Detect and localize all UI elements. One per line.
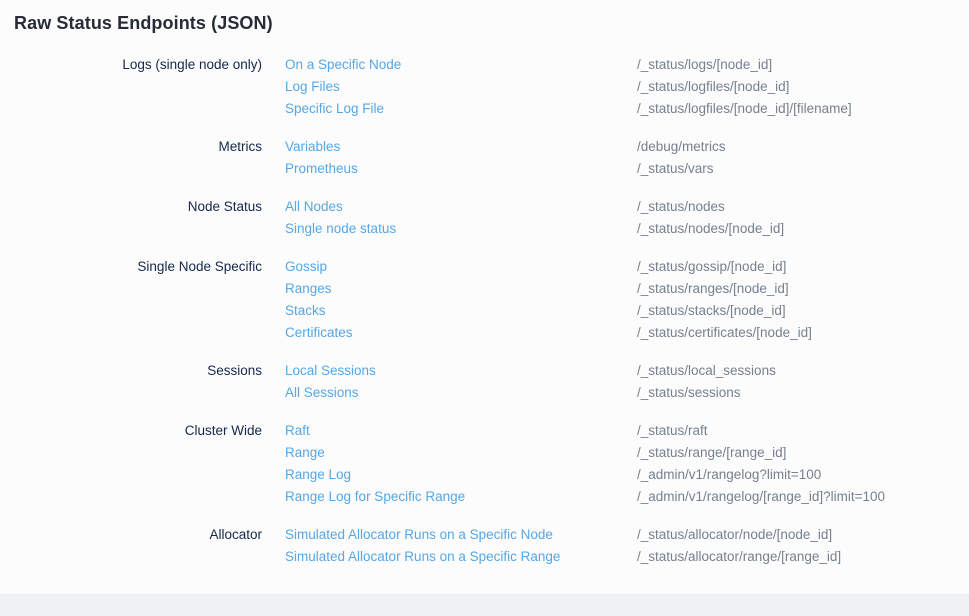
endpoint-section: Single Node Specific Gossip /_status/gos… — [0, 256, 969, 344]
endpoint-link[interactable]: Variables — [285, 136, 637, 158]
footer-strip — [0, 594, 969, 616]
endpoint-link[interactable]: All Sessions — [285, 382, 637, 404]
endpoint-rows: On a Specific Node /_status/logs/[node_i… — [285, 54, 969, 120]
endpoint-row: Range /_status/range/[range_id] — [285, 442, 969, 464]
endpoint-url: /_status/gossip/[node_id] — [637, 256, 969, 278]
endpoint-section: Allocator Simulated Allocator Runs on a … — [0, 524, 969, 568]
endpoint-rows: Raft /_status/raft Range /_status/range/… — [285, 420, 969, 508]
page-title: Raw Status Endpoints (JSON) — [14, 13, 969, 34]
endpoint-link[interactable]: Log Files — [285, 76, 637, 98]
endpoint-row: Simulated Allocator Runs on a Specific N… — [285, 524, 969, 546]
endpoint-url: /_status/logfiles/[node_id] — [637, 76, 969, 98]
endpoint-row: Ranges /_status/ranges/[node_id] — [285, 278, 969, 300]
endpoint-row: Single node status /_status/nodes/[node_… — [285, 218, 969, 240]
endpoint-rows: Variables /debug/metrics Prometheus /_st… — [285, 136, 969, 180]
endpoint-row: On a Specific Node /_status/logs/[node_i… — [285, 54, 969, 76]
category-label: Cluster Wide — [0, 420, 285, 508]
endpoint-link[interactable]: Raft — [285, 420, 637, 442]
endpoint-link[interactable]: Simulated Allocator Runs on a Specific N… — [285, 524, 637, 546]
endpoint-url: /_status/range/[range_id] — [637, 442, 969, 464]
category-label: Single Node Specific — [0, 256, 285, 344]
endpoint-section: Logs (single node only) On a Specific No… — [0, 54, 969, 120]
endpoint-link[interactable]: Range Log — [285, 464, 637, 486]
endpoint-row: Certificates /_status/certificates/[node… — [285, 322, 969, 344]
endpoint-link[interactable]: Range Log for Specific Range — [285, 486, 637, 508]
endpoints-table: Logs (single node only) On a Specific No… — [0, 54, 969, 568]
endpoint-link[interactable]: Specific Log File — [285, 98, 637, 120]
endpoint-section: Node Status All Nodes /_status/nodes Sin… — [0, 196, 969, 240]
endpoint-link[interactable]: Range — [285, 442, 637, 464]
endpoint-row: Prometheus /_status/vars — [285, 158, 969, 180]
endpoint-url: /_status/allocator/range/[range_id] — [637, 546, 969, 568]
endpoint-row: Specific Log File /_status/logfiles/[nod… — [285, 98, 969, 120]
endpoint-url: /_status/sessions — [637, 382, 969, 404]
endpoint-link[interactable]: Stacks — [285, 300, 637, 322]
endpoint-rows: Local Sessions /_status/local_sessions A… — [285, 360, 969, 404]
endpoint-url: /_status/nodes — [637, 196, 969, 218]
endpoint-row: Gossip /_status/gossip/[node_id] — [285, 256, 969, 278]
endpoint-link[interactable]: Simulated Allocator Runs on a Specific R… — [285, 546, 637, 568]
endpoint-url: /_status/stacks/[node_id] — [637, 300, 969, 322]
endpoint-row: Simulated Allocator Runs on a Specific R… — [285, 546, 969, 568]
endpoint-link[interactable]: Gossip — [285, 256, 637, 278]
endpoint-url: /_admin/v1/rangelog?limit=100 — [637, 464, 969, 486]
endpoint-url: /debug/metrics — [637, 136, 969, 158]
category-label: Node Status — [0, 196, 285, 240]
endpoint-url: /_status/vars — [637, 158, 969, 180]
endpoint-row: Range Log /_admin/v1/rangelog?limit=100 — [285, 464, 969, 486]
endpoint-section: Metrics Variables /debug/metrics Prometh… — [0, 136, 969, 180]
endpoint-link[interactable]: Single node status — [285, 218, 637, 240]
endpoint-row: Local Sessions /_status/local_sessions — [285, 360, 969, 382]
endpoint-url: /_status/logs/[node_id] — [637, 54, 969, 76]
endpoint-link[interactable]: Certificates — [285, 322, 637, 344]
endpoint-row: Log Files /_status/logfiles/[node_id] — [285, 76, 969, 98]
endpoint-link[interactable]: Ranges — [285, 278, 637, 300]
endpoint-link[interactable]: Prometheus — [285, 158, 637, 180]
endpoint-link[interactable]: On a Specific Node — [285, 54, 637, 76]
endpoint-rows: Simulated Allocator Runs on a Specific N… — [285, 524, 969, 568]
category-label: Metrics — [0, 136, 285, 180]
endpoint-section: Sessions Local Sessions /_status/local_s… — [0, 360, 969, 404]
endpoint-row: All Sessions /_status/sessions — [285, 382, 969, 404]
endpoint-url: /_status/local_sessions — [637, 360, 969, 382]
endpoint-url: /_status/certificates/[node_id] — [637, 322, 969, 344]
category-label: Logs (single node only) — [0, 54, 285, 120]
endpoint-rows: All Nodes /_status/nodes Single node sta… — [285, 196, 969, 240]
endpoint-url: /_status/logfiles/[node_id]/[filename] — [637, 98, 969, 120]
endpoint-row: Variables /debug/metrics — [285, 136, 969, 158]
endpoint-row: All Nodes /_status/nodes — [285, 196, 969, 218]
endpoint-url: /_status/allocator/node/[node_id] — [637, 524, 969, 546]
endpoint-url: /_status/raft — [637, 420, 969, 442]
category-label: Allocator — [0, 524, 285, 568]
endpoint-url: /_status/nodes/[node_id] — [637, 218, 969, 240]
endpoint-link[interactable]: All Nodes — [285, 196, 637, 218]
endpoint-row: Stacks /_status/stacks/[node_id] — [285, 300, 969, 322]
endpoint-rows: Gossip /_status/gossip/[node_id] Ranges … — [285, 256, 969, 344]
endpoint-link[interactable]: Local Sessions — [285, 360, 637, 382]
category-label: Sessions — [0, 360, 285, 404]
endpoint-row: Raft /_status/raft — [285, 420, 969, 442]
endpoint-row: Range Log for Specific Range /_admin/v1/… — [285, 486, 969, 508]
endpoint-url: /_status/ranges/[node_id] — [637, 278, 969, 300]
endpoint-url: /_admin/v1/rangelog/[range_id]?limit=100 — [637, 486, 969, 508]
endpoint-section: Cluster Wide Raft /_status/raft Range /_… — [0, 420, 969, 508]
